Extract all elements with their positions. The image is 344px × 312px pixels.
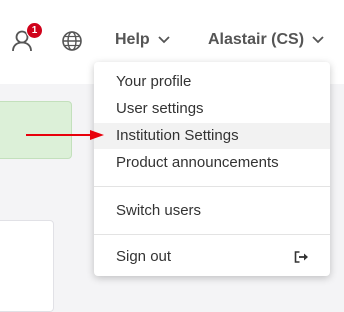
user-menu-button[interactable]: Alastair (CS) [208, 31, 324, 49]
user-dropdown-menu: Your profile User settings Institution S… [94, 62, 330, 276]
chevron-down-icon [158, 36, 170, 44]
help-menu-button[interactable]: Help [115, 31, 170, 49]
menu-item-label: User settings [116, 100, 204, 117]
menu-divider [94, 234, 330, 235]
sign-out-icon [294, 251, 308, 263]
chevron-down-icon [312, 36, 324, 44]
globe-icon [62, 31, 82, 51]
content-card [0, 220, 54, 312]
menu-item-label: Institution Settings [116, 127, 239, 144]
menu-item-your-profile[interactable]: Your profile [94, 69, 330, 95]
help-label: Help [115, 31, 150, 48]
menu-item-label: Sign out [116, 248, 172, 265]
menu-item-switch-users[interactable]: Switch users [94, 198, 330, 224]
notification-badge: 1 [26, 22, 43, 39]
language-button[interactable] [61, 30, 83, 52]
menu-item-label: Product announcements [116, 154, 279, 171]
user-name-label: Alastair (CS) [208, 31, 305, 48]
menu-item-label: Your profile [116, 73, 192, 90]
red-arrow-annotation [26, 130, 104, 140]
user-notifications-button[interactable]: 1 [10, 22, 43, 54]
menu-item-sign-out[interactable]: Sign out [94, 244, 330, 270]
menu-item-label: Switch users [116, 202, 202, 219]
menu-item-institution-settings[interactable]: Institution Settings [94, 123, 330, 149]
menu-item-user-settings[interactable]: User settings [94, 96, 330, 122]
menu-divider [94, 186, 330, 187]
menu-item-product-announcements[interactable]: Product announcements [94, 150, 330, 176]
